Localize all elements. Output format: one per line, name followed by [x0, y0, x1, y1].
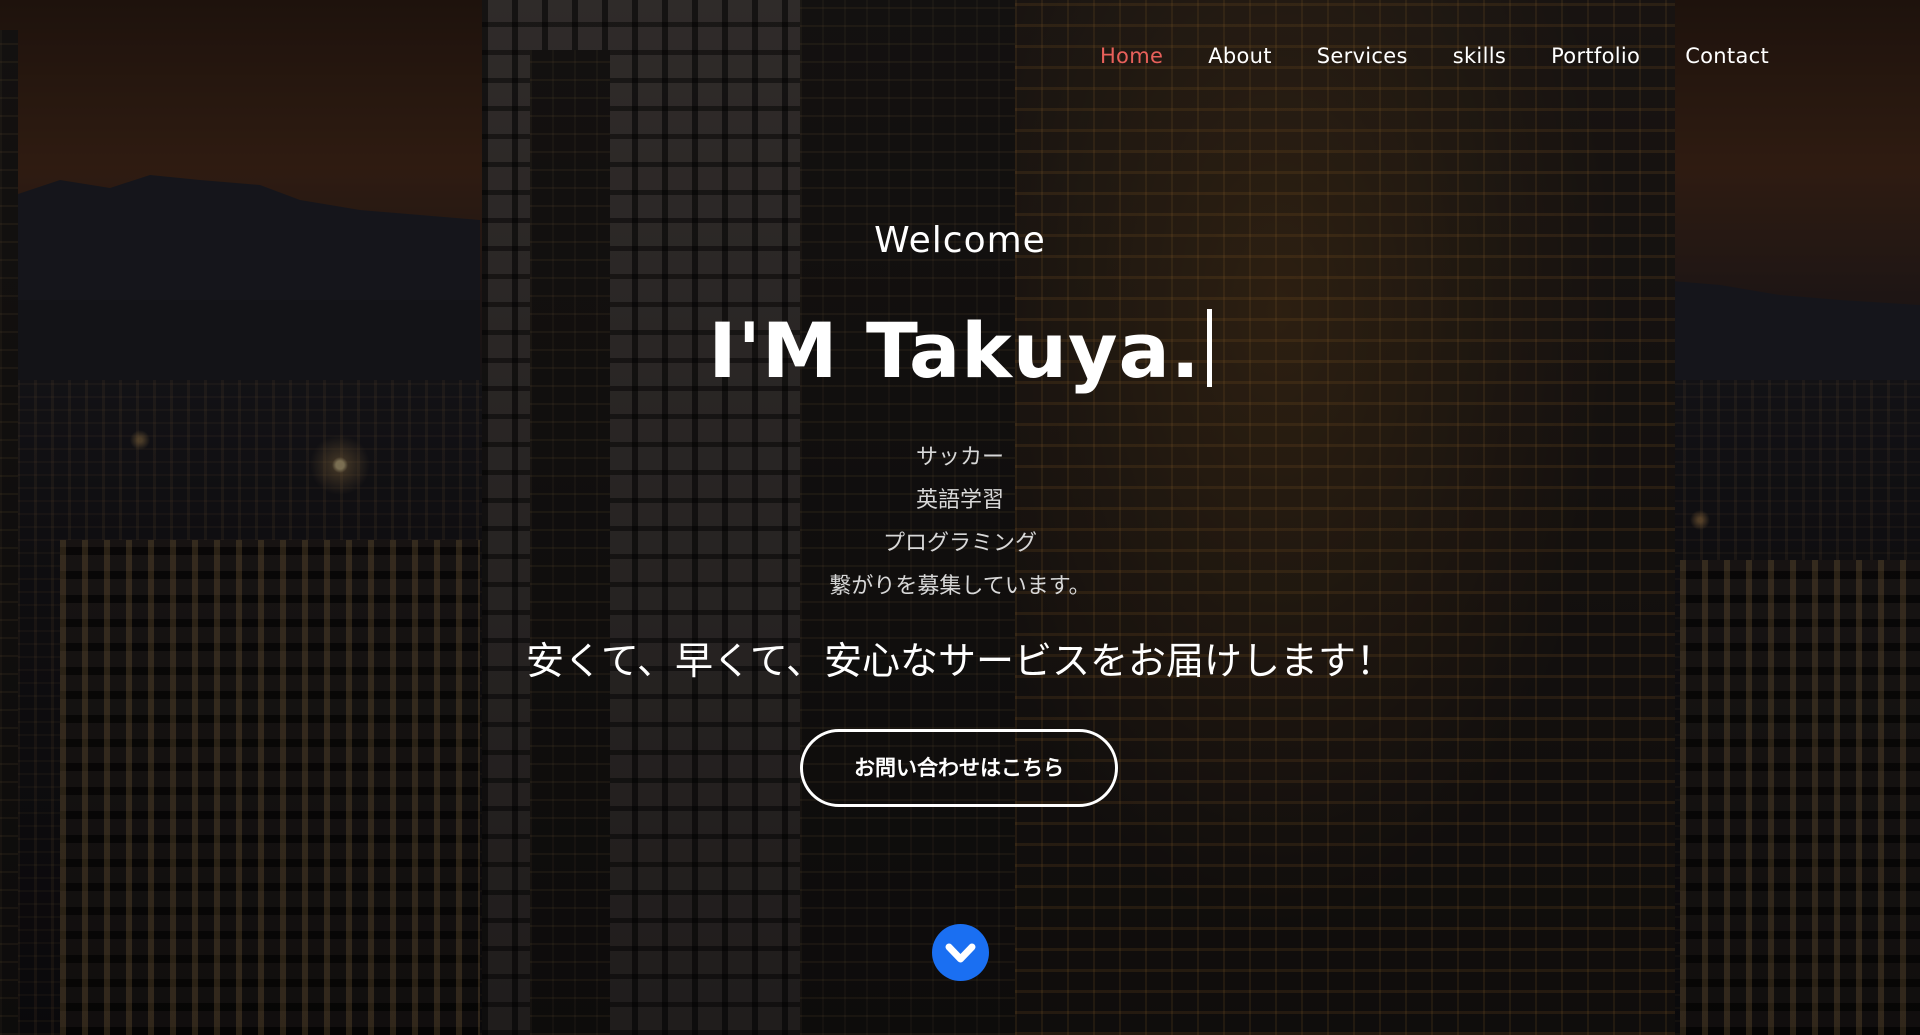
nav-item-services[interactable]: Services [1317, 44, 1408, 68]
main-nav: Home About Services skills Portfolio Con… [1055, 44, 1769, 68]
welcome-heading: Welcome [874, 220, 1046, 261]
nav-item-home[interactable]: Home [1100, 44, 1163, 68]
scroll-down-button[interactable] [932, 924, 989, 981]
interest-item-programming: プログラミング [882, 531, 1037, 556]
nav-item-about[interactable]: About [1208, 44, 1272, 68]
hero-tagline: 安くて、早くて、安心なサービスをお届けします！ [526, 639, 1394, 683]
headline-text: I'M Takuya. [708, 306, 1201, 395]
interest-item-soccer: サッカー [915, 445, 1004, 470]
typing-cursor [1206, 309, 1212, 387]
hero-section: Home About Services skills Portfolio Con… [0, 0, 1920, 1035]
interest-item-english: 英語学習 [915, 488, 1004, 513]
nav-item-portfolio[interactable]: Portfolio [1551, 44, 1640, 68]
interests-list: サッカー 英語学習 プログラミング 繋がりを募集しています。 [0, 436, 1920, 608]
hero-headline: I'M Takuya. [0, 306, 1920, 395]
interest-item-connections: 繋がりを募集しています。 [829, 574, 1091, 599]
chevron-down-icon [945, 943, 976, 963]
nav-item-contact[interactable]: Contact [1685, 44, 1769, 68]
nav-item-skills[interactable]: skills [1453, 44, 1506, 68]
contact-cta-button[interactable]: お問い合わせはこちら [800, 729, 1118, 807]
